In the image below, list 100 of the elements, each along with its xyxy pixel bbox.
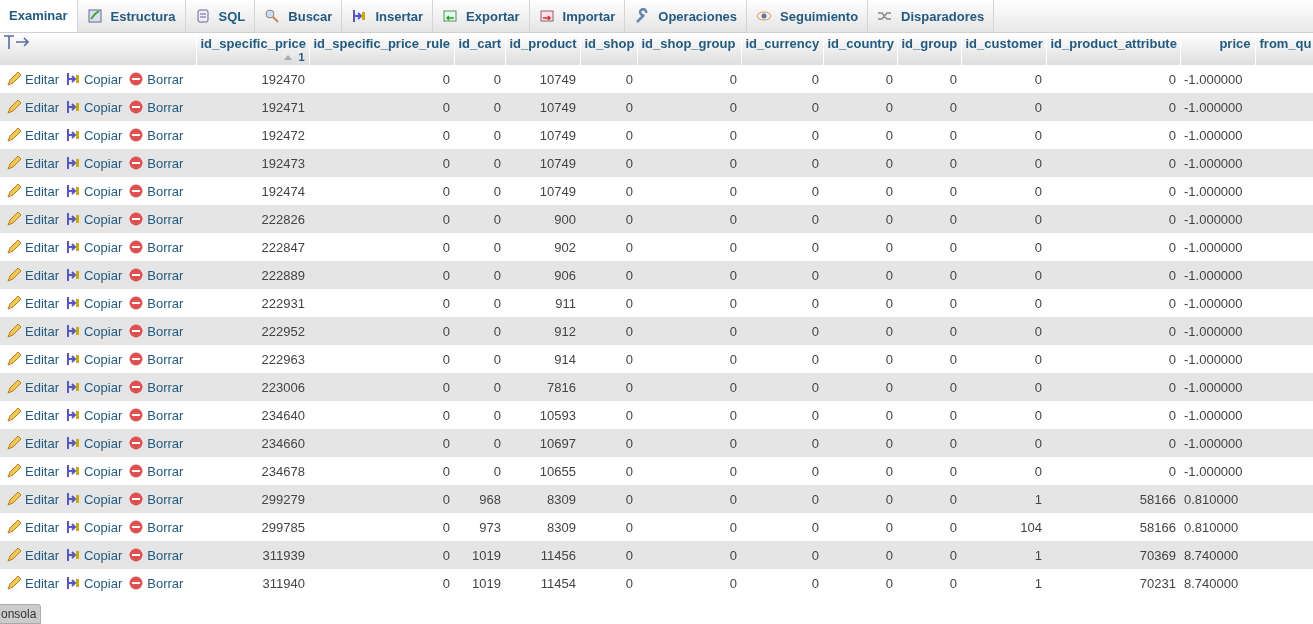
arrow-icon[interactable] [4, 35, 30, 49]
edit-link[interactable]: Editar [6, 519, 59, 535]
edit-link[interactable]: Editar [6, 547, 59, 563]
column-header[interactable]: id_currency [741, 33, 823, 65]
delete-link[interactable]: Borrar [128, 99, 184, 115]
copy-link[interactable]: Copiar [64, 127, 123, 143]
column-header[interactable]: id_specific_price_rule [309, 33, 454, 65]
copy-link[interactable]: Copiar [64, 463, 123, 479]
copy-icon [64, 351, 81, 367]
column-header[interactable]: price [1180, 33, 1255, 65]
pencil-icon [6, 211, 22, 227]
edit-link[interactable]: Editar [6, 71, 59, 87]
delete-link[interactable]: Borrar [128, 547, 184, 563]
edit-link[interactable]: Editar [6, 351, 59, 367]
tab[interactable]: Seguimiento [747, 0, 869, 32]
delete-link[interactable]: Borrar [128, 183, 184, 199]
edit-link[interactable]: Editar [6, 183, 59, 199]
copy-link[interactable]: Copiar [64, 435, 123, 451]
copy-link[interactable]: Copiar [64, 547, 123, 563]
delete-link[interactable]: Borrar [128, 211, 184, 227]
column-header[interactable]: id_customer [961, 33, 1046, 65]
tab[interactable]: Operaciones [625, 0, 748, 32]
copy-icon [64, 379, 81, 395]
table-cell: 10749 [539, 127, 576, 143]
table-cell: 0 [442, 323, 450, 339]
copy-link[interactable]: Copiar [64, 575, 123, 591]
copy-link[interactable]: Copiar [64, 407, 123, 423]
copy-link[interactable]: Copiar [64, 99, 123, 115]
delete-link[interactable]: Borrar [128, 127, 184, 143]
delete-link[interactable]: Borrar [128, 435, 184, 451]
table-cell: 0 [1168, 127, 1176, 143]
edit-link[interactable]: Editar [6, 239, 59, 255]
delete-link[interactable]: Borrar [128, 239, 184, 255]
copy-link[interactable]: Copiar [64, 183, 123, 199]
column-header[interactable]: id_product [505, 33, 580, 65]
edit-link[interactable]: Editar [6, 211, 59, 227]
copy-link[interactable]: Copiar [64, 155, 123, 171]
edit-link[interactable]: Editar [6, 575, 59, 591]
copy-link[interactable]: Copiar [64, 267, 123, 283]
tab[interactable]: Importar [529, 0, 626, 32]
table-cell: 0 [811, 267, 819, 283]
delete-link[interactable]: Borrar [128, 379, 184, 395]
edit-link[interactable]: Editar [6, 435, 59, 451]
column-header[interactable]: id_cart [454, 33, 505, 65]
table-cell: 0 [949, 407, 957, 423]
edit-link[interactable]: Editar [6, 267, 59, 283]
table-cell: 0 [811, 351, 819, 367]
column-header[interactable]: id_specific_price 1 [196, 33, 309, 65]
column-header[interactable]: id_product_attribute [1046, 33, 1180, 65]
tab[interactable]: SQL [185, 0, 256, 32]
console-tab[interactable]: onsola [0, 604, 42, 624]
edit-link[interactable]: Editar [6, 407, 59, 423]
tab[interactable]: Disparadores [868, 0, 995, 32]
copy-icon [64, 267, 81, 283]
delete-link[interactable]: Borrar [128, 267, 184, 283]
delete-link[interactable]: Borrar [128, 155, 184, 171]
tab[interactable]: Examinar [0, 0, 78, 32]
edit-link[interactable]: Editar [6, 127, 59, 143]
table-cell: 0 [885, 519, 893, 535]
table-cell: 0 [949, 491, 957, 507]
copy-link[interactable]: Copiar [64, 351, 123, 367]
copy-link[interactable]: Copiar [64, 239, 123, 255]
column-header[interactable]: id_shop_group [637, 33, 741, 65]
table-cell: 8309 [547, 519, 576, 535]
table-cell: -1.000000 [1184, 127, 1243, 143]
copy-link[interactable]: Copiar [64, 519, 123, 535]
delete-link[interactable]: Borrar [128, 463, 184, 479]
table-cell: 0 [442, 99, 450, 115]
edit-link[interactable]: Editar [6, 155, 59, 171]
copy-link[interactable]: Copiar [64, 379, 123, 395]
table-cell: 0 [885, 127, 893, 143]
copy-link[interactable]: Copiar [64, 323, 123, 339]
delete-link[interactable]: Borrar [128, 491, 184, 507]
delete-link[interactable]: Borrar [128, 323, 184, 339]
edit-link[interactable]: Editar [6, 463, 59, 479]
tab[interactable]: Insertar [342, 0, 434, 32]
column-header[interactable]: id_group [897, 33, 961, 65]
copy-link[interactable]: Copiar [64, 295, 123, 311]
column-header[interactable]: from_qu [1255, 33, 1313, 65]
copy-link[interactable]: Copiar [64, 71, 123, 87]
edit-link[interactable]: Editar [6, 295, 59, 311]
column-header[interactable]: id_country [823, 33, 897, 65]
edit-link[interactable]: Editar [6, 323, 59, 339]
delete-link[interactable]: Borrar [128, 71, 184, 87]
edit-link[interactable]: Editar [6, 491, 59, 507]
edit-link[interactable]: Editar [6, 99, 59, 115]
tab[interactable]: Buscar [255, 0, 343, 32]
tab[interactable]: Exportar [433, 0, 530, 32]
delete-link[interactable]: Borrar [128, 351, 184, 367]
delete-link[interactable]: Borrar [128, 519, 184, 535]
delete-link[interactable]: Borrar [128, 407, 184, 423]
delete-link[interactable]: Borrar [128, 575, 184, 591]
column-header[interactable]: id_shop [580, 33, 637, 65]
copy-link[interactable]: Copiar [64, 491, 123, 507]
edit-link[interactable]: Editar [6, 379, 59, 395]
table-cell: 0 [811, 155, 819, 171]
delete-link[interactable]: Borrar [128, 295, 184, 311]
tab[interactable]: Estructura [77, 0, 186, 32]
table-cell: 0 [1168, 155, 1176, 171]
copy-link[interactable]: Copiar [64, 211, 123, 227]
